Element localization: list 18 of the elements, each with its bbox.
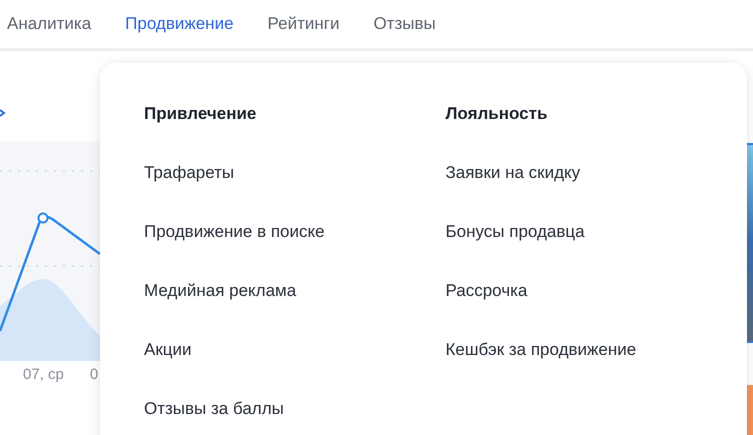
menu-item[interactable]: Акции [144, 339, 192, 361]
menu-item[interactable]: Заявки на скидку [446, 162, 580, 184]
menu-item[interactable]: Бонусы продавца [446, 221, 585, 243]
nav-tab[interactable]: Аналитика [7, 14, 92, 34]
menu-item[interactable]: Рассрочка [446, 280, 528, 302]
menu-item[interactable]: Кешбэк за продвижение [446, 339, 636, 361]
nav-tab[interactable]: Отзывы [373, 14, 436, 34]
chevron-icon [0, 109, 6, 117]
menu-heading: Привлечение [144, 103, 256, 125]
nav-tab[interactable]: Рейтинги [268, 14, 340, 34]
axis-label: 0 [90, 366, 98, 383]
menu-item[interactable]: Трафареты [144, 162, 234, 184]
menu-heading: Лояльность [446, 103, 548, 125]
nav-tab[interactable]: Продвижение [125, 14, 234, 34]
menu-item[interactable]: Продвижение в поиске [144, 221, 325, 243]
menu-item[interactable]: Отзывы за баллы [144, 398, 284, 420]
axis-label: 07, ср [23, 366, 64, 383]
menu-item[interactable]: Медийная реклама [144, 280, 296, 302]
